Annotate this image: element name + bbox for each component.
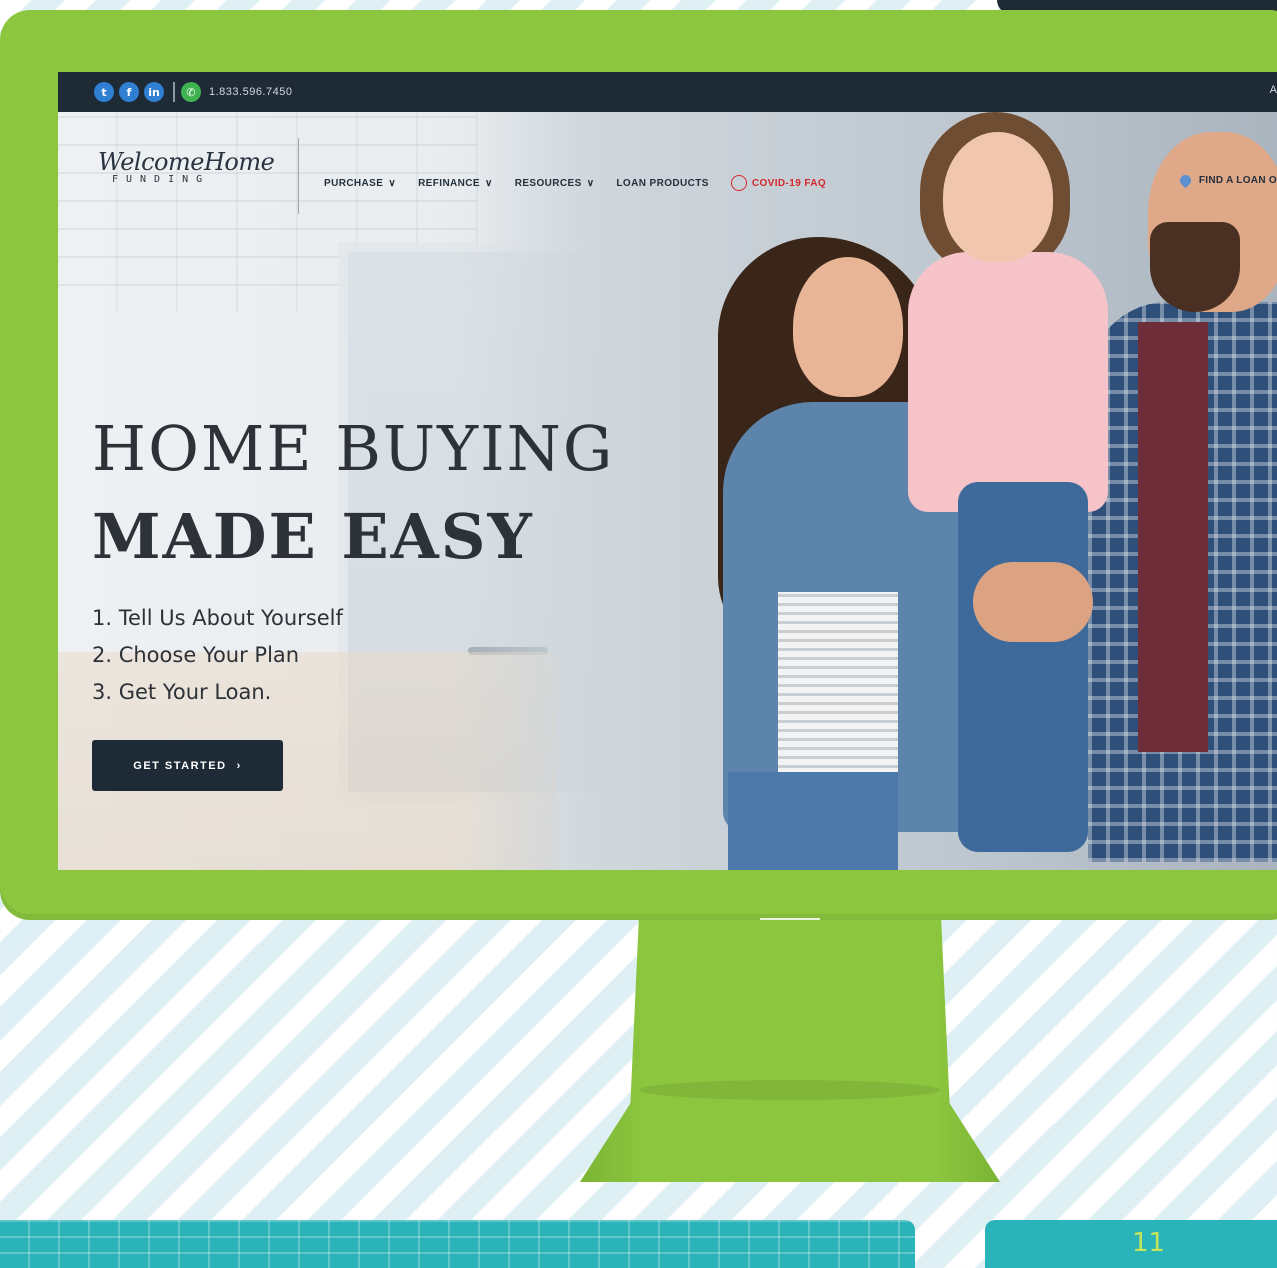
nav-resources-label: RESOURCES [514,177,582,189]
logo-script: WelcomeHome [98,148,275,176]
nav-purchase[interactable]: PURCHASE ∨ [324,178,396,189]
facebook-icon[interactable]: f [119,82,139,102]
phone-icon[interactable]: ✆ [181,82,201,102]
trackpad [985,1220,1277,1268]
hero-step: 3. Get Your Loan. [92,680,272,704]
woman-shirt [778,592,898,792]
nav-loan-products[interactable]: LOAN PRODUCTS [616,178,708,189]
topbar-right-link[interactable]: A [1270,84,1277,96]
logo-divider [298,138,299,214]
keyboard [0,1220,915,1268]
clasped-hands [973,562,1093,642]
nav-covid-faq[interactable]: COVID-19 FAQ [730,175,827,191]
nav-loan-products-label: LOAN PRODUCTS [616,177,709,189]
nav-purchase-label: PURCHASE [324,177,384,189]
girl-jeans [958,482,1088,852]
girl-shirt [908,252,1108,512]
topbar-divider [173,82,175,102]
get-started-label: GET STARTED [133,759,227,772]
man-tee [1138,322,1208,752]
nav-covid-label: COVID-19 FAQ [751,177,827,189]
man-beard [1150,222,1240,312]
hero-steps: 1. Tell Us About Yourself 2. Choose Your… [92,600,343,711]
chevron-down-icon: ∨ [485,177,493,189]
hero-title-line1: HOME BUYING [92,412,615,485]
location-pin-icon [1177,172,1194,189]
hero-title-line2: MADE EASY [92,500,534,573]
woman-face [793,257,903,397]
top-bar: t f in ✆ 1.833.596.7450 A [58,72,1277,112]
page-number: 11 [1132,1228,1166,1258]
chevron-down-icon: ∨ [388,177,397,189]
site-header: WelcomeHome FUNDING PURCHASE ∨ REFINANCE… [58,112,1277,217]
find-loan-officer[interactable]: FIND A LOAN O [1177,172,1277,189]
logo[interactable]: WelcomeHome FUNDING [98,148,278,185]
chevron-down-icon: ∨ [586,177,595,189]
monitor-stand [580,920,1000,1182]
chevron-right-icon: › [236,759,242,772]
woman-jeans [728,772,898,870]
nav-refinance[interactable]: REFINANCE ∨ [418,178,493,189]
phone-number[interactable]: 1.833.596.7450 [209,86,292,98]
stand-shadow [640,1080,940,1100]
virus-icon [730,175,747,191]
hero-step: 2. Choose Your Plan [92,643,300,667]
nav-refinance-label: REFINANCE [418,177,480,189]
main-nav: PURCHASE ∨ REFINANCE ∨ RESOURCES ∨ LOAN … [324,175,826,191]
linkedin-icon[interactable]: in [144,82,164,102]
find-loan-label: FIND A LOAN O [1198,175,1277,186]
get-started-button[interactable]: GET STARTED › [92,740,283,791]
twitter-icon[interactable]: t [94,82,114,102]
hero-step: 1. Tell Us About Yourself [92,606,343,630]
nav-resources[interactable]: RESOURCES ∨ [515,178,595,189]
website-screen: t f in ✆ 1.833.596.7450 A WelcomeHome FU… [58,72,1277,870]
